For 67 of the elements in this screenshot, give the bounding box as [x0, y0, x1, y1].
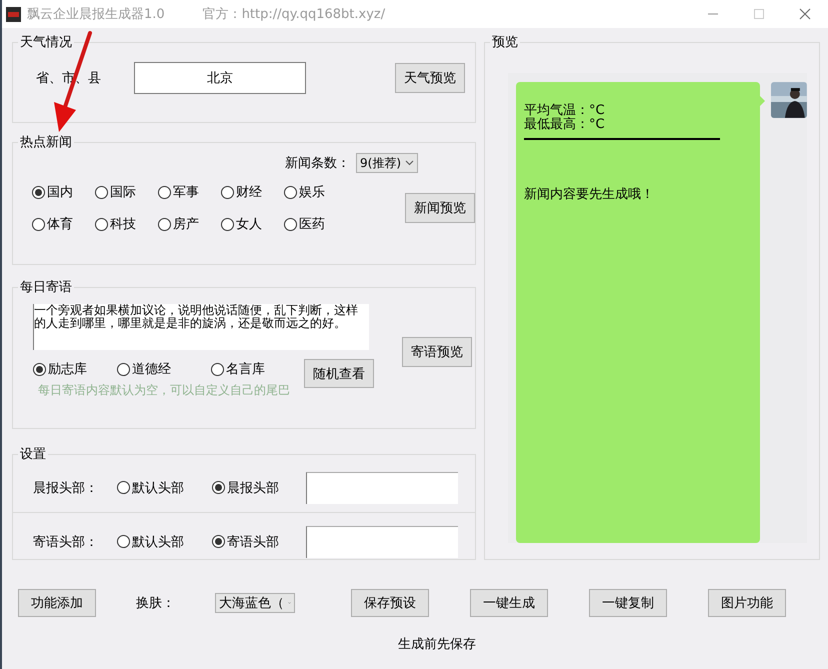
save-note: 生成前先保存 [398, 636, 477, 653]
random-view-button[interactable]: 随机查看 [304, 359, 374, 388]
radio-button[interactable]: 娱乐 [284, 183, 344, 201]
news-count-dropdown[interactable]: 9(推荐) [356, 153, 418, 173]
group-title: 热点新闻 [19, 134, 73, 151]
radio-icon[interactable] [95, 186, 108, 198]
radio-icon[interactable] [117, 535, 130, 548]
website-text: 官方：http://qy.qq168bt.xyz/ [202, 6, 386, 23]
radio-button[interactable]: 体育 [32, 215, 95, 233]
radio-button[interactable]: 晨报头部 [212, 478, 306, 496]
radio-icon[interactable] [158, 218, 171, 230]
radio-button[interactable]: 军事 [158, 183, 221, 201]
radio-button[interactable]: 寄语头部 [212, 532, 306, 550]
skin-label: 换肤： [136, 595, 175, 612]
group-title: 预览 [491, 34, 519, 51]
radio-button[interactable]: 房产 [158, 215, 221, 233]
radio-icon[interactable] [95, 218, 108, 230]
radio-button[interactable]: 财经 [221, 183, 284, 201]
weather-preview-button[interactable]: 天气预览 [395, 63, 465, 93]
add-feature-button[interactable]: 功能添加 [18, 589, 96, 617]
radio-icon[interactable] [284, 186, 297, 198]
action-button[interactable]: 一键生成 [470, 589, 548, 617]
hint-text: 每日寄语内容默认为空，可以自定义自己的尾巴 [38, 382, 290, 399]
news-count-label: 新闻条数： [285, 155, 350, 172]
radio-button[interactable]: 国内 [32, 183, 95, 201]
radio-button[interactable]: 默认头部 [117, 478, 212, 496]
header-text-field[interactable] [306, 526, 458, 558]
radio-button[interactable]: 国际 [95, 183, 158, 201]
radio-icon[interactable] [211, 362, 224, 376]
city-field[interactable]: 北京 [134, 62, 306, 94]
radio-icon[interactable] [221, 218, 234, 230]
group-title: 每日寄语 [19, 279, 73, 296]
radio-button[interactable]: 默认头部 [117, 532, 212, 550]
app-logo-icon [6, 6, 21, 22]
radio-button[interactable]: 医药 [284, 215, 344, 233]
radio-icon[interactable] [117, 481, 130, 494]
group-title: 设置 [19, 446, 47, 463]
radio-button[interactable]: 科技 [95, 215, 158, 233]
radio-icon[interactable] [32, 218, 45, 230]
window-title: 飘云企业晨报生成器1.0 [27, 6, 165, 23]
header-text-field[interactable] [306, 472, 458, 504]
radio-button[interactable]: 励志库 [33, 360, 117, 378]
chevron-icon [405, 160, 414, 166]
radio-icon[interactable] [221, 186, 234, 198]
group-title: 天气情况 [19, 34, 73, 51]
radio-icon[interactable] [284, 218, 297, 230]
news-preview-button[interactable]: 新闻预览 [405, 193, 475, 223]
news-placeholder-text: 新闻内容要先生成哦！ [524, 188, 655, 202]
radio-icon[interactable] [158, 186, 171, 198]
setting-label: 寄语头部： [33, 534, 99, 550]
radio-icon[interactable] [32, 186, 45, 198]
message-text-area[interactable]: 一个旁观者如果横加议论，说明他说话随便，乱下判断，这样的人走到哪里，哪里就是是非的旋涡，还是敬而远之的好。 [33, 304, 369, 350]
skin-dropdown[interactable]: 大海蓝色（ [215, 593, 295, 613]
action-button[interactable]: 图片功能 [708, 589, 786, 617]
radio-button[interactable]: 道德经 [117, 360, 211, 378]
radio-icon[interactable] [117, 362, 130, 376]
message-preview-button[interactable]: 寄语预览 [402, 337, 472, 367]
radio-button[interactable]: 名言库 [211, 360, 305, 378]
setting-label: 晨报头部： [33, 480, 99, 496]
radio-icon[interactable] [33, 362, 46, 376]
weather-line: 最低最高：°C [524, 118, 606, 132]
weather-line: 平均气温：°C [524, 104, 606, 118]
action-button[interactable]: 一键复制 [589, 589, 667, 617]
action-button[interactable]: 保存预设 [351, 589, 429, 617]
radio-button[interactable]: 女人 [221, 215, 284, 233]
radio-icon[interactable] [212, 481, 225, 494]
radio-icon[interactable] [212, 535, 225, 548]
